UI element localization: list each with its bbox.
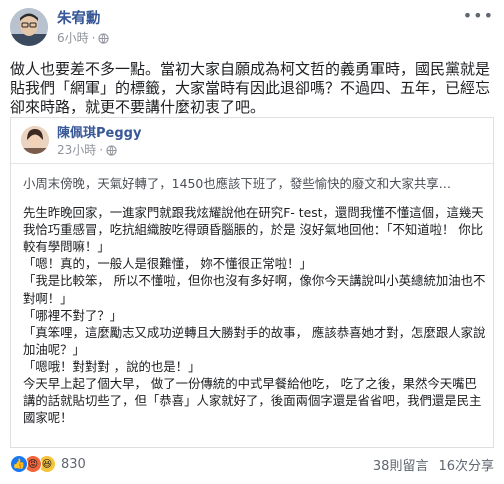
avatar[interactable] [10,8,48,46]
shared-author-name[interactable]: 陳佩琪Peggy [57,126,141,142]
post-meta: 6小時 · [57,30,110,46]
shared-post-card[interactable]: 陳佩琪Peggy 23小時 · 小周末傍晚，天氣好轉了，1450也應該下班了，發… [10,117,494,448]
shared-avatar[interactable] [21,126,49,154]
reactions-summary[interactable]: 👍 😡 😆 830 [10,455,86,473]
author-name[interactable]: 朱宥勳 [57,10,109,28]
globe-icon [106,145,117,156]
shared-paragraph: 今天早上起了個大早， 做了一份傳統的中式早餐給他吃， 吃了之後，果然今天嘴巴講的… [23,376,482,426]
avatar-photo [10,8,48,46]
shared-paragraph: 「我是比較笨， 所以不懂啦，但你也沒有多好啊，像你今天講說叫小英總統加油也不對啊… [23,273,486,306]
comment-count[interactable]: 38則留言 [373,455,429,474]
shared-paragraph: 「哪裡不對了？」 [23,307,123,323]
post-footer: 👍 😡 😆 830 38則留言 16次分享 [10,452,494,476]
shared-avatar-photo [21,126,49,154]
shared-paragraph: 「嗯哦！對對對 ，說的也是！」 [23,358,201,374]
post-header: 朱宥勳 6小時 · [10,8,110,52]
shared-paragraph: 「真笨哩，這麼勵志又成功逆轉且大勝對手的故事， 應該恭喜她才對，怎麼跟人家說加油… [23,324,486,357]
shared-paragraph: 先生昨晚回家，一進家門就跟我炫耀說他在研究F- test，還問我懂不懂這個，這幾… [23,205,484,255]
shared-post-time[interactable]: 23小時 [57,143,96,158]
divider [11,163,493,164]
shared-paragraph: 「嗯！真的，一般人是很難懂， 妳不懂很正常啦！」 [23,256,312,272]
more-options-icon[interactable]: ••• [463,6,494,25]
reaction-count[interactable]: 830 [61,457,86,472]
post-time[interactable]: 6小時 [57,30,89,46]
shared-intro-line: 小周末傍晚，天氣好轉了，1450也應該下班了，發些愉快的廢文和大家共享… [23,176,452,191]
shared-post-text: 小周末傍晚，天氣好轉了，1450也應該下班了，發些愉快的廢文和大家共享… 先生昨… [23,175,487,426]
meta-separator: · [99,143,104,157]
globe-icon [98,32,110,44]
footer-stats: 38則留言 16次分享 [373,455,494,474]
like-reaction-icon: 👍 [10,455,28,473]
post-text: 做人也要差不多一點。當初大家自願成為柯文哲的義勇軍時，國民黨就是貼我們「網軍」的… [10,60,491,116]
share-count[interactable]: 16次分享 [438,455,494,474]
meta-separator: · [91,31,96,45]
shared-post-header: 陳佩琪Peggy 23小時 · [21,126,141,158]
shared-post-meta: 23小時 · [57,143,141,158]
